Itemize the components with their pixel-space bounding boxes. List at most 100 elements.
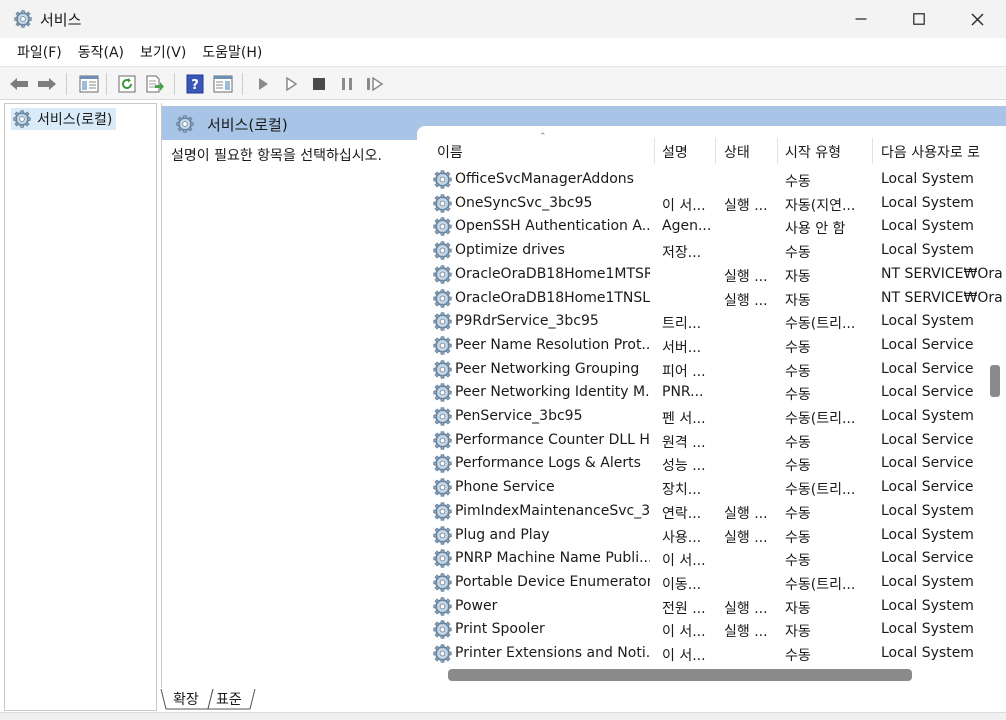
table-row[interactable]: Performance Logs & Alerts 성능 ... 수동 Local S… [417,452,1006,476]
toolbar-separator [106,73,107,95]
cell-startup-type: 자동 [785,292,811,309]
cell-name: Performance Logs & Alerts [455,455,641,472]
cell-status: 실행 ... [724,292,768,309]
cell-startup-type: 수동 [785,174,811,190]
menu-help[interactable]: 도움말(H) [194,40,270,64]
cell-description: 이 서... [662,648,706,664]
gear-icon [13,110,31,128]
table-row[interactable]: Peer Networking Grouping 피어 ... 수동 Local Se… [417,358,1006,382]
table-row[interactable]: Peer Networking Identity M... PNR... 수동 Loc… [417,381,1006,405]
table-row[interactable]: OpenSSH Authentication A... Agen... 사용 안 함… [417,215,1006,239]
cell-status: 실행 ... [724,197,768,214]
table-row[interactable]: OneSyncSvc_3bc95 이 서... 실행 ... 자동(지연... Loca… [417,192,1006,216]
table-row[interactable]: PNRP Machine Name Publi... 이 서... 수동 Local … [417,547,1006,571]
cell-name: Plug and Play [455,526,550,543]
cell-logon-as: Local System [881,621,974,638]
help-button[interactable]: ? [184,73,206,95]
start-service-alt-button[interactable] [280,73,302,95]
export-list-button[interactable] [144,73,166,95]
service-gear-icon [433,359,452,379]
svg-text:?: ? [191,78,199,93]
cell-logon-as: Local System [881,645,974,661]
cell-status: 실행 ... [724,529,768,546]
cell-logon-as: Local Service [881,384,974,401]
forward-button[interactable] [36,73,58,95]
tab-standard[interactable]: 표준 [210,688,248,710]
tab-extended[interactable]: 확장 [167,688,205,710]
cell-startup-type: 수동 [785,648,811,664]
description-area: 설명이 필요한 항목을 선택하십시오. [162,140,417,688]
show-hide-tree-button[interactable] [78,73,100,95]
service-gear-icon [433,170,452,189]
table-row[interactable]: Power 전원 ... 실행 ... 자동 Local System [417,595,1006,619]
service-gear-icon [433,336,452,355]
table-row[interactable]: OracleOraDB18Home1TNSLi... 실행 ... 자동 NT SER… [417,287,1006,311]
column-header-status[interactable]: 상태 [724,142,750,162]
stop-service-button[interactable] [308,73,330,95]
column-header-name[interactable]: 이름 [437,142,463,162]
cell-name: OfficeSvcManagerAddons [455,171,634,187]
cell-startup-type: 수동(트리... [785,576,856,593]
cell-description: 저장... [662,245,702,262]
back-button[interactable] [8,73,30,95]
menu-file[interactable]: 파일(F) [9,40,70,64]
table-row[interactable]: Phone Service 장치... 수동(트리... Local Service [417,476,1006,500]
column-header-logon-as[interactable]: 다음 사용자로 로 [881,142,1006,162]
cell-description: 이 서... [662,624,706,641]
vertical-scrollbar-thumb[interactable] [990,365,1000,397]
service-gear-icon [433,502,452,521]
tree-item-services-local[interactable]: 서비스(로컬) [11,108,117,130]
refresh-button[interactable] [116,73,138,95]
cell-name: PenService_3bc95 [455,408,583,424]
start-service-button[interactable] [252,73,274,95]
cell-logon-as: Local Service [881,550,974,567]
table-row[interactable]: PenService_3bc95 펜 서... 수동(트리... Local Syst… [417,405,1006,429]
cell-logon-as: NT SERVICE₩Ora [881,265,1003,282]
horizontal-scrollbar-thumb[interactable] [448,669,912,681]
column-header-description[interactable]: 설명 [662,142,688,162]
title-bar: 서비스 [0,0,1006,38]
cell-description: 서버... [662,339,702,356]
cell-status: 실행 ... [724,624,768,641]
cell-description: 연락... [662,505,702,522]
back-arrow-icon [10,78,28,90]
service-gear-icon [433,430,452,450]
cell-description: 이동... [662,576,702,593]
help-icon: ? [186,74,204,94]
properties-pane-icon [213,75,233,93]
pause-service-icon [342,78,352,90]
service-gear-icon [433,312,452,331]
table-row[interactable]: P9RdrService_3bc95 트리... 수동(트리... Local Sys… [417,310,1006,334]
cell-startup-type: 수동 [785,553,811,570]
table-row[interactable]: Printer Extensions and Noti... 이 서... 수동 Lo… [417,642,1006,666]
restart-service-button[interactable] [364,73,386,95]
table-row[interactable]: OfficeSvcManagerAddons 수동 Local System [417,168,1006,192]
table-row[interactable]: Plug and Play 사용... 실행 ... 수동 Local System [417,524,1006,548]
table-row[interactable]: Peer Name Resolution Prot... 서버... 수동 Local… [417,334,1006,358]
table-row[interactable]: Performance Counter DLL H... 원격 ... 수동 Loca… [417,429,1006,453]
properties-pane-button[interactable] [212,73,234,95]
table-row[interactable]: Print Spooler 이 서... 실행 ... 자동 Local System [417,618,1006,642]
cell-logon-as: Local System [881,218,974,235]
cell-name: Peer Networking Identity M... [455,384,650,401]
service-gear-icon [433,217,452,237]
cell-name: Portable Device Enumerator... [455,573,650,590]
cell-description: 원격 ... [662,434,706,451]
menu-action[interactable]: 동작(A) [70,40,132,64]
close-button[interactable] [948,0,1006,38]
services-list: ⌃ 이름 설명 상태 시작 유형 다음 사용자로 로 OfficeSvcMana… [417,126,1006,688]
table-row[interactable]: Portable Device Enumerator... 이동... 수동(트리.… [417,571,1006,595]
minimize-button[interactable] [832,0,890,38]
column-header-startup-type[interactable]: 시작 유형 [785,142,841,162]
gear-icon [176,115,194,133]
cell-name: Peer Networking Grouping [455,360,640,377]
details-pane: 서비스(로컬) 설명이 필요한 항목을 선택하십시오. ⌃ 이름 설명 상태 시… [161,103,1006,688]
pause-service-button[interactable] [336,73,358,95]
maximize-button[interactable] [890,0,948,38]
table-row[interactable]: OracleOraDB18Home1MTSR... 실행 ... 자동 NT SERV… [417,263,1006,287]
cell-name: OneSyncSvc_3bc95 [455,194,593,211]
stop-service-icon [313,78,325,90]
table-row[interactable]: Optimize drives 저장... 수동 Local System [417,239,1006,263]
table-row[interactable]: PimIndexMaintenanceSvc_3... 연락... 실행 ... 수동… [417,500,1006,524]
menu-view[interactable]: 보기(V) [132,40,194,64]
